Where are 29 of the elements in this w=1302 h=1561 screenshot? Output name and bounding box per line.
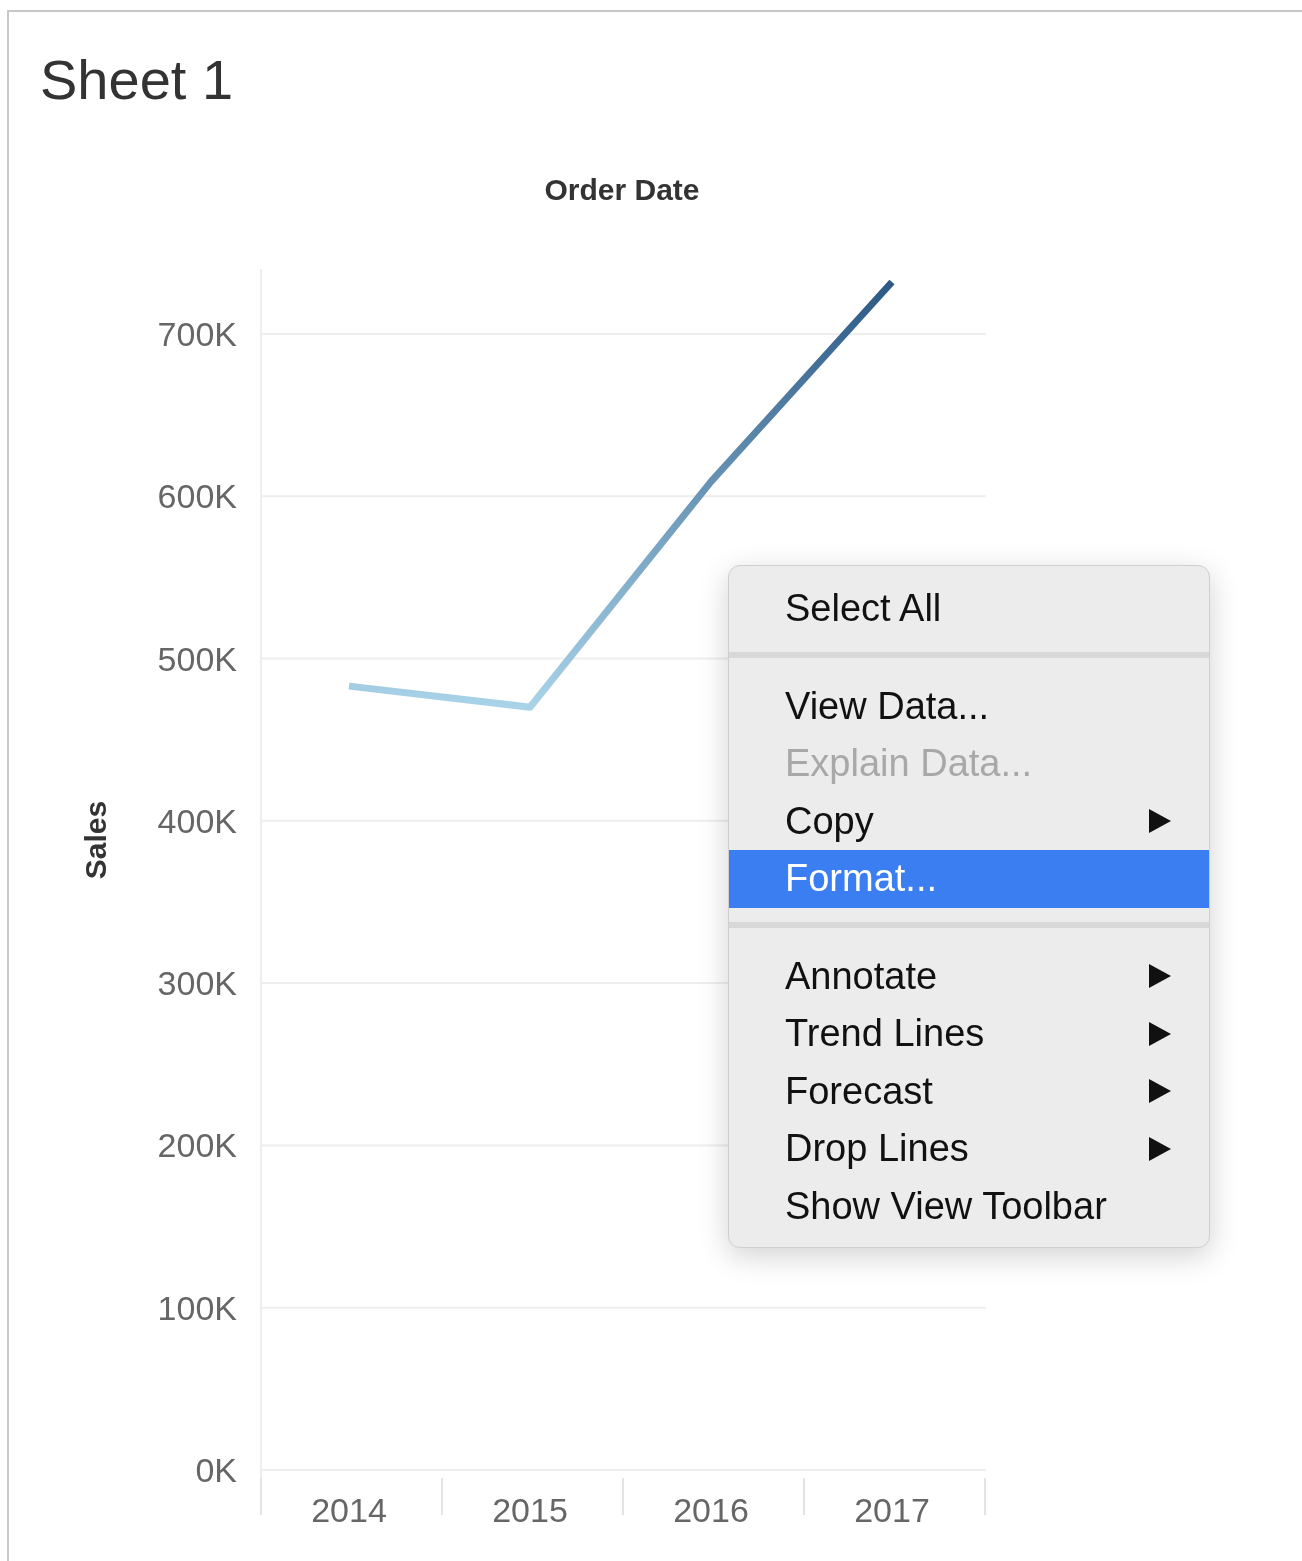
- sheet-title: Sheet 1: [39, 47, 235, 113]
- y-tick-label: 100K: [157, 1288, 237, 1327]
- submenu-arrow-icon: [1149, 1021, 1171, 1046]
- menu-item[interactable]: Trend Lines: [729, 1005, 1209, 1063]
- submenu-arrow-icon: [1149, 1079, 1171, 1104]
- x-tick-label: 2017: [854, 1491, 930, 1529]
- submenu-arrow-icon: [1149, 964, 1171, 989]
- y-tick-label: 200K: [157, 1126, 237, 1165]
- y-tick-label: 0K: [195, 1451, 237, 1489]
- y-tick-label: 300K: [157, 964, 237, 1003]
- submenu-arrow-icon: [1149, 809, 1171, 834]
- x-tick-label: 2014: [311, 1491, 387, 1529]
- y-tick-label: 400K: [157, 801, 237, 840]
- x-axis-title: Order Date: [544, 173, 700, 206]
- menu-item[interactable]: Annotate: [729, 947, 1209, 1005]
- menu-item[interactable]: Select All: [729, 580, 1209, 638]
- menu-item[interactable]: Drop Lines: [729, 1120, 1209, 1178]
- menu-item[interactable]: Show View Toolbar: [729, 1177, 1209, 1235]
- x-tick-label: 2016: [673, 1491, 749, 1529]
- y-tick-label: 600K: [157, 477, 237, 516]
- menu-item[interactable]: Copy: [729, 792, 1209, 850]
- x-tick-label: 2015: [492, 1491, 568, 1529]
- menu-item[interactable]: Forecast: [729, 1062, 1209, 1120]
- y-tick-label: 700K: [157, 314, 237, 353]
- menu-item[interactable]: Format...: [729, 850, 1209, 908]
- menu-item[interactable]: View Data...: [729, 677, 1209, 735]
- y-tick-label: 500K: [157, 639, 237, 678]
- y-axis-title: Sales: [79, 800, 112, 880]
- submenu-arrow-icon: [1149, 1136, 1171, 1161]
